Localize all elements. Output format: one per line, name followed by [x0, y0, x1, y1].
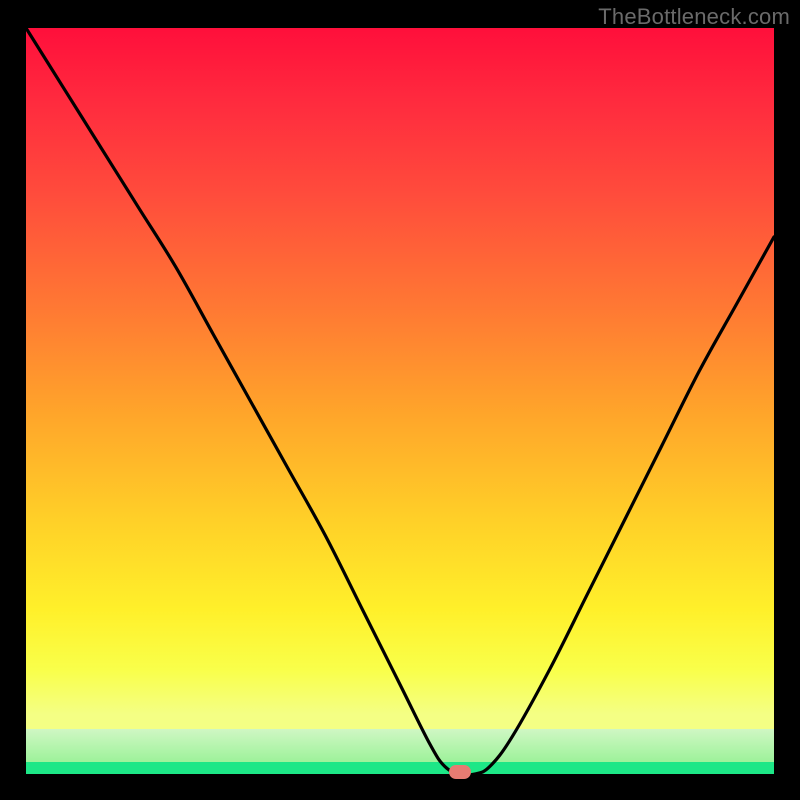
plot-area [26, 28, 774, 774]
watermark: TheBottleneck.com [598, 4, 790, 30]
chart-frame: TheBottleneck.com [0, 0, 800, 800]
optimum-marker [449, 765, 471, 779]
bottleneck-curve [26, 28, 774, 774]
